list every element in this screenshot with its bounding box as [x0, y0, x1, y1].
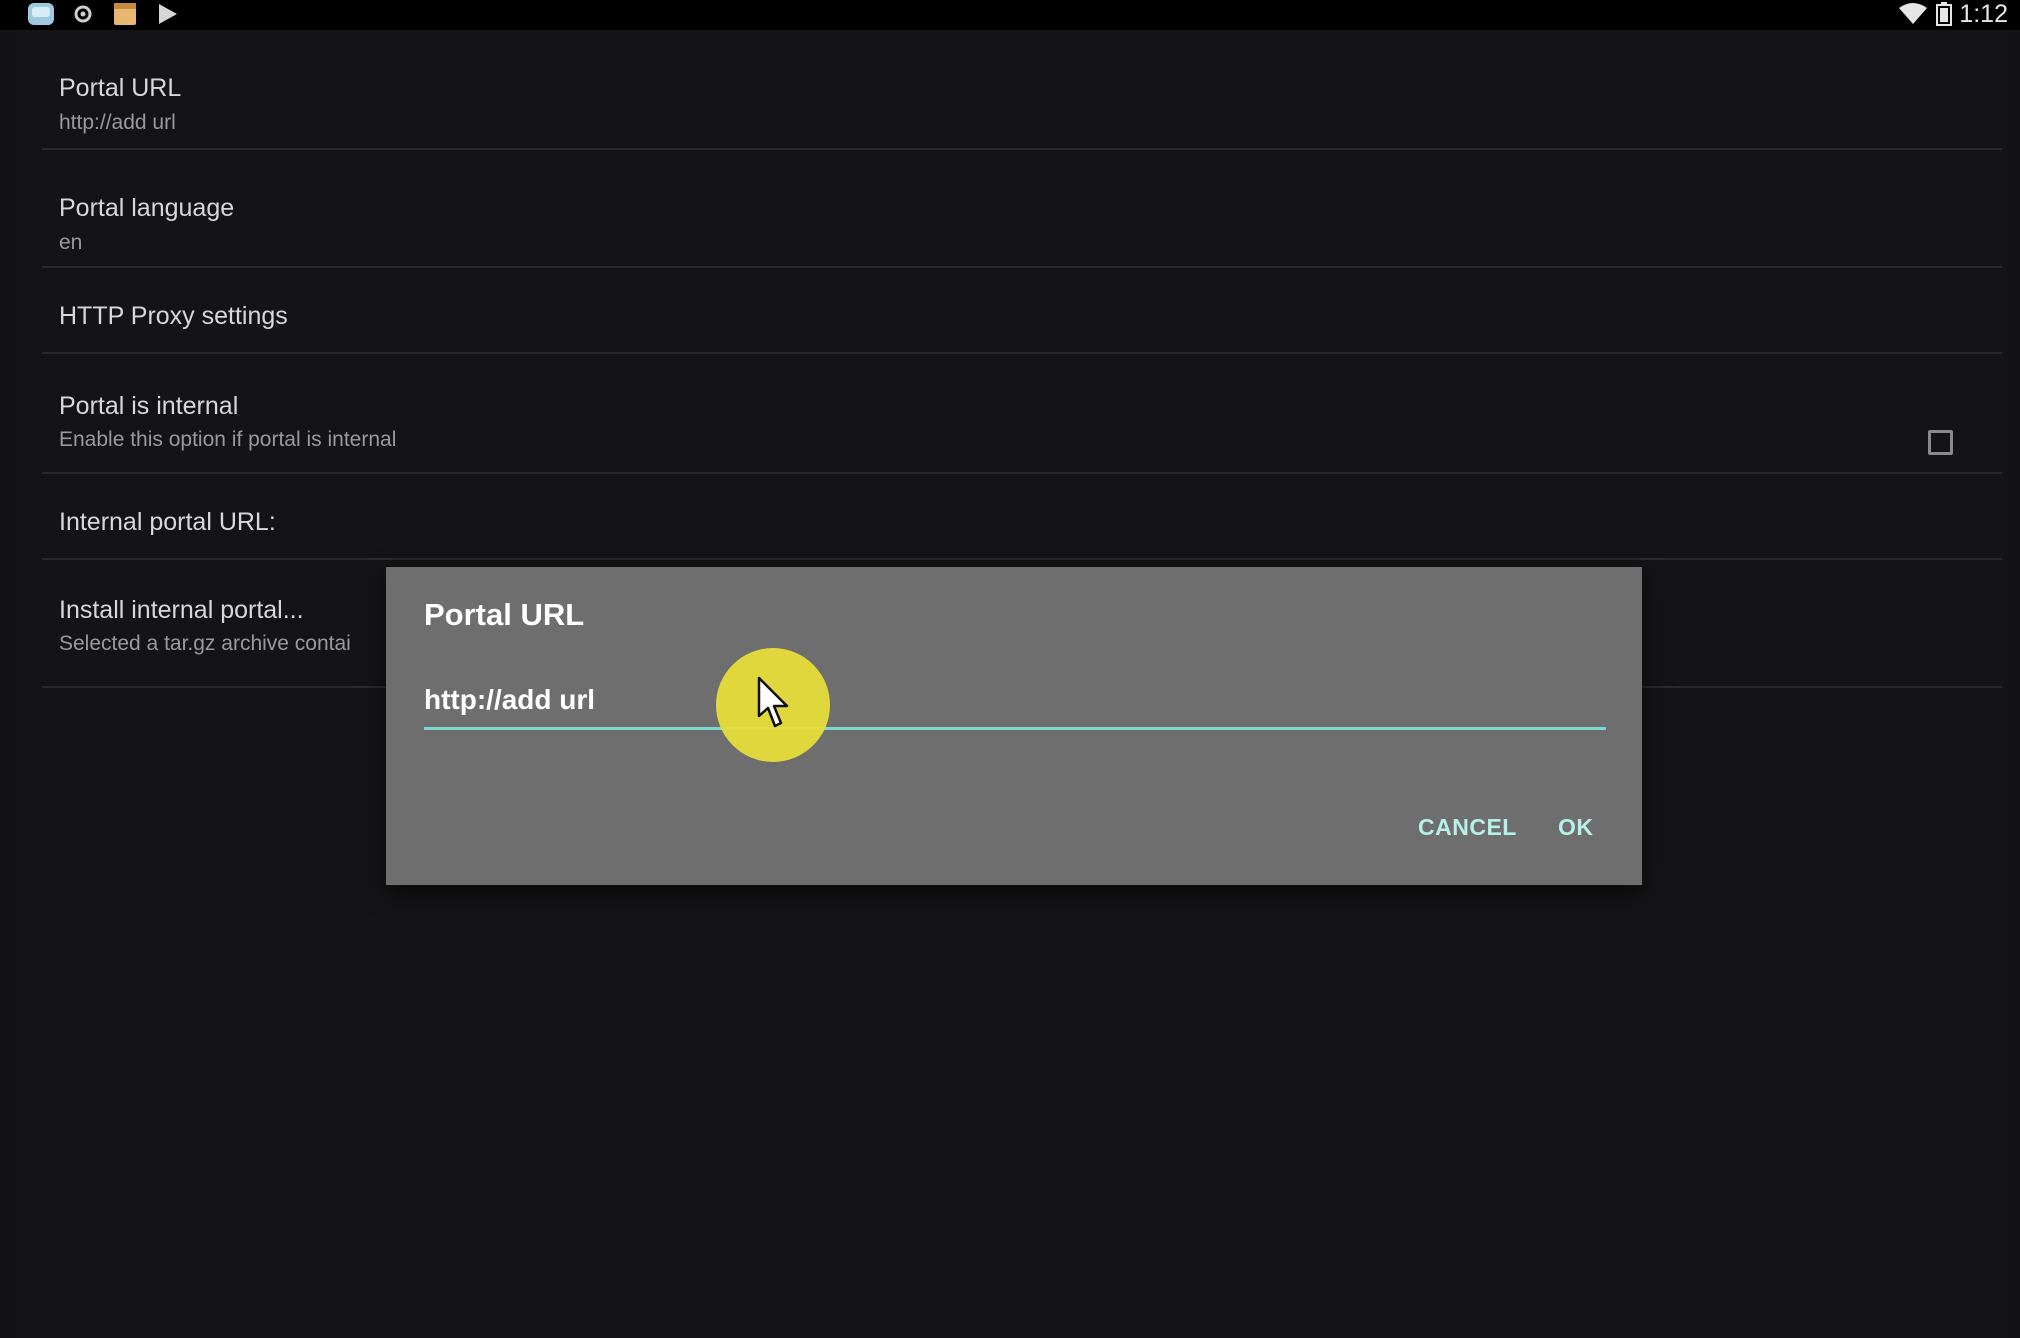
pref-title: Portal language	[59, 194, 235, 222]
pref-title: Portal is internal	[59, 392, 239, 420]
dialog-title: Portal URL	[424, 597, 585, 632]
pref-title: HTTP Proxy settings	[59, 302, 288, 330]
cancel-button[interactable]: CANCEL	[1418, 814, 1517, 841]
wifi-icon	[1899, 3, 1927, 24]
pref-portal-internal[interactable]: Portal is internal Enable this option if…	[12, 368, 1992, 486]
pref-title: Portal URL	[59, 74, 182, 102]
battery-icon	[1936, 2, 1952, 26]
portal-url-input[interactable]: http://add url	[424, 682, 1606, 722]
portal-url-dialog: Portal URL http://add url CANCEL OK	[386, 567, 1642, 885]
app-drawer-icon[interactable]	[26, 2, 56, 26]
play-store-icon[interactable]	[156, 2, 180, 26]
pref-summary: http://add url	[59, 111, 176, 134]
pref-title: Internal portal URL:	[59, 508, 276, 536]
mouse-pointer-icon	[757, 676, 789, 728]
pref-summary: en	[59, 231, 83, 254]
divider	[42, 558, 2002, 560]
divider	[42, 352, 2002, 354]
divider	[42, 148, 2002, 150]
input-underline	[424, 727, 1606, 730]
notes-icon[interactable]	[112, 2, 138, 26]
ok-button[interactable]: OK	[1558, 814, 1594, 841]
status-bar: 1:12	[0, 0, 2020, 30]
portal-internal-checkbox[interactable]	[1928, 430, 1953, 455]
divider	[42, 472, 2002, 474]
pref-portal-language[interactable]: Portal language en	[12, 164, 1992, 274]
pref-portal-url[interactable]: Portal URL http://add url	[12, 44, 1992, 154]
pref-summary: Enable this option if portal is internal	[59, 428, 397, 451]
android-screen: 1:12 Portal URL http://add url Portal la…	[0, 0, 2020, 1338]
pref-title: Install internal portal...	[59, 596, 304, 624]
pref-summary: Selected a tar.gz archive contai	[59, 632, 351, 655]
divider	[42, 266, 2002, 268]
settings-icon[interactable]	[72, 2, 94, 26]
clock-time: 1:12	[1959, 0, 2008, 28]
